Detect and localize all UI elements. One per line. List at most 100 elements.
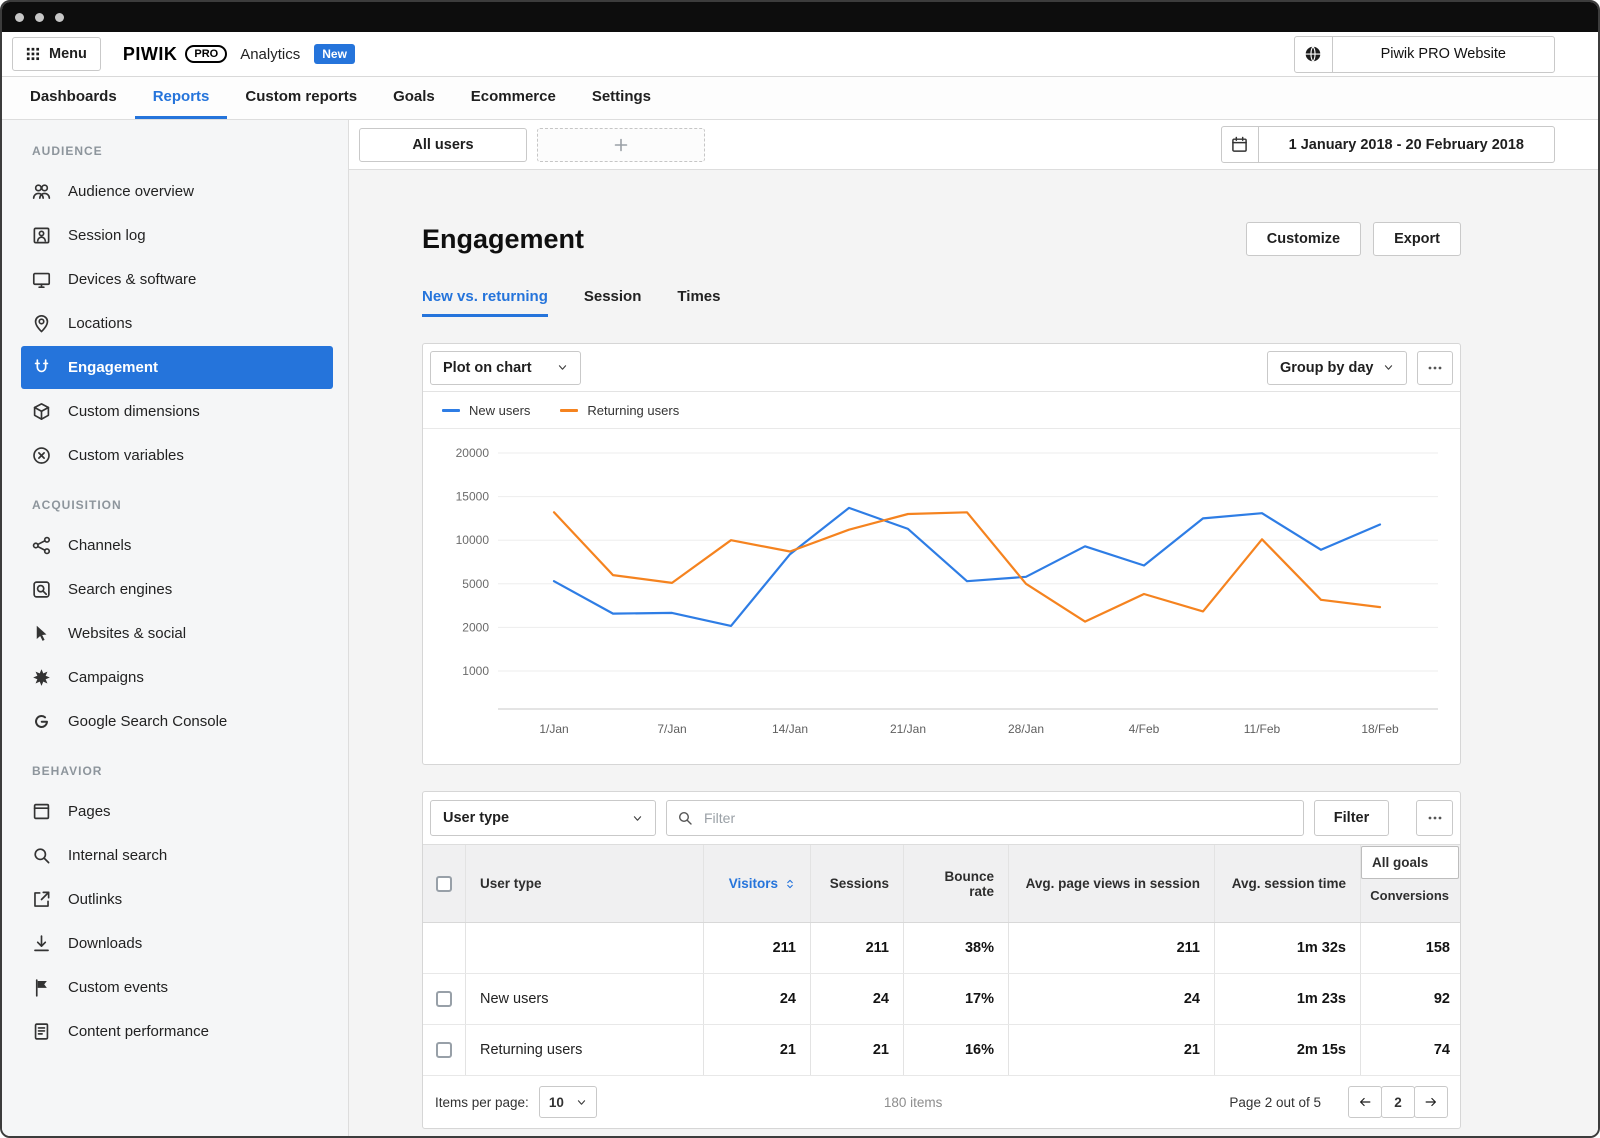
sidebar-item-pages[interactable]: Pages: [21, 790, 333, 833]
date-range-picker[interactable]: 1 January 2018 - 20 February 2018: [1220, 126, 1555, 163]
chart-more-button[interactable]: [1417, 350, 1453, 385]
plot-on-chart-dropdown[interactable]: Plot on chart: [430, 350, 581, 385]
report-tab-times[interactable]: Times: [677, 288, 720, 317]
globe-icon: [1304, 45, 1322, 63]
channels-icon: [32, 536, 51, 555]
window-dot[interactable]: [35, 12, 44, 22]
sidebar-item-search-engines[interactable]: Search engines: [21, 568, 333, 611]
sidebar-item-outlinks[interactable]: Outlinks: [21, 878, 333, 921]
sidebar-item-internal-search[interactable]: Internal search: [21, 834, 333, 877]
chart-panel: Plot on chart Group by day New users Ret…: [422, 343, 1461, 765]
svg-text:21/Jan: 21/Jan: [890, 722, 926, 736]
sidebar-item-label: Search engines: [68, 581, 173, 598]
window-dot[interactable]: [15, 12, 24, 22]
sidebar-item-devices-software[interactable]: Devices & software: [21, 258, 333, 301]
nav-tab-reports[interactable]: Reports: [134, 77, 228, 119]
add-segment-button[interactable]: [537, 127, 705, 162]
cell-bounce-rate: 38%: [904, 923, 1009, 973]
row-checkbox[interactable]: [436, 1042, 452, 1058]
table-filter-bar: User type Filter: [423, 792, 1460, 845]
sidebar-section-label: BEHAVIOR: [32, 764, 103, 778]
sidebar-item-session-log[interactable]: Session log: [21, 214, 333, 257]
dimension-select[interactable]: User type: [430, 800, 656, 836]
nav-tab-settings[interactable]: Settings: [574, 77, 669, 119]
sidebar-item-websites-social[interactable]: Websites & social: [21, 612, 333, 655]
sidebar-item-downloads[interactable]: Downloads: [21, 922, 333, 965]
column-header-sessions[interactable]: Sessions: [811, 845, 904, 922]
search-icon: [677, 810, 693, 826]
customize-button[interactable]: Customize: [1245, 222, 1362, 256]
sidebar-item-label: Session log: [68, 227, 146, 244]
cell-conversions: 158: [1425, 940, 1450, 956]
cell-visitors: 211: [704, 923, 811, 973]
sidebar-item-engagement[interactable]: Engagement: [21, 346, 333, 389]
nav-tab-goals[interactable]: Goals: [375, 77, 453, 119]
report-tabs: New vs. returning Session Times: [422, 288, 1461, 317]
sidebar-item-channels[interactable]: Channels: [21, 524, 333, 567]
table-more-button[interactable]: [1416, 800, 1453, 836]
prev-page-button[interactable]: [1348, 1086, 1382, 1118]
current-page-button[interactable]: 2: [1381, 1086, 1415, 1118]
report-tab-new-vs-returning[interactable]: New vs. returning: [422, 288, 548, 317]
row-checkbox[interactable]: [436, 991, 452, 1007]
svg-text:11/Feb: 11/Feb: [1244, 722, 1281, 736]
column-header-user-type[interactable]: User type: [466, 845, 704, 922]
sidebar-section-label: ACQUISITION: [32, 498, 122, 512]
legend-item-returning-users[interactable]: Returning users: [560, 403, 679, 418]
table-row: New users 24 24 17% 24 1m 23s 92: [423, 974, 1460, 1025]
next-page-button[interactable]: [1414, 1086, 1448, 1118]
nav-tab-custom-reports[interactable]: Custom reports: [227, 77, 375, 119]
report-tab-session[interactable]: Session: [584, 288, 642, 317]
group-by-dropdown[interactable]: Group by day: [1267, 350, 1407, 385]
filter-input[interactable]: [702, 809, 1293, 827]
table-footer: Items per page: 10 180 items Page 2 out …: [423, 1076, 1460, 1128]
main-area: All users 1 January 2018 - 20 February 2…: [349, 120, 1598, 1136]
site-picker[interactable]: Piwik PRO Website: [1293, 35, 1555, 73]
column-header-avg-session-time[interactable]: Avg. session time: [1215, 845, 1361, 922]
nav-tab-ecommerce[interactable]: Ecommerce: [453, 77, 574, 119]
sidebar-item-campaigns[interactable]: Campaigns: [21, 656, 333, 699]
plus-icon: [613, 137, 629, 153]
export-button[interactable]: Export: [1373, 222, 1461, 256]
sidebar-item-custom-variables[interactable]: Custom variables: [21, 434, 333, 477]
all-goals-tab[interactable]: All goals: [1361, 846, 1459, 879]
session-log-icon: [32, 226, 51, 245]
filter-button[interactable]: Filter: [1314, 800, 1389, 836]
all-users-segment-button[interactable]: All users: [359, 127, 527, 162]
sidebar-item-custom-dimensions[interactable]: Custom dimensions: [21, 390, 333, 433]
column-header-label: Sessions: [829, 876, 889, 891]
row-label: Returning users: [466, 1025, 704, 1075]
items-per-page-value: 10: [548, 1094, 564, 1110]
legend-swatch: [560, 408, 579, 412]
site-name: Piwik PRO Website: [1380, 46, 1506, 62]
svg-text:20000: 20000: [456, 446, 490, 460]
app-window: Menu PIWIK PRO Analytics New Piwik PRO W…: [0, 0, 1600, 1138]
row-label: New users: [466, 974, 704, 1024]
sidebar-item-audience-overview[interactable]: Audience overview: [21, 170, 333, 213]
legend-label: Returning users: [587, 402, 680, 418]
content-icon: [32, 1022, 51, 1041]
column-header-visitors[interactable]: Visitors: [704, 845, 811, 922]
sidebar-item-label: Custom dimensions: [68, 403, 200, 420]
svg-text:2000: 2000: [462, 620, 489, 634]
cell-conversions: 74: [1433, 1042, 1450, 1058]
menu-button[interactable]: Menu: [12, 37, 101, 71]
items-per-page-select[interactable]: 10: [538, 1086, 597, 1118]
nav-tab-dashboards[interactable]: Dashboards: [12, 77, 135, 119]
conversions-subheader[interactable]: Conversions: [1361, 879, 1459, 903]
cell-avg-session-time: 1m 23s: [1215, 974, 1361, 1024]
location-icon: [32, 314, 51, 333]
sidebar-item-content-performance[interactable]: Content performance: [21, 1010, 333, 1053]
window-controls[interactable]: [2, 12, 64, 22]
column-header-avg-page-views-in-session[interactable]: Avg. page views in session: [1009, 845, 1215, 922]
column-header-bounce-rate[interactable]: Bounce rate: [904, 845, 1009, 922]
window-dot[interactable]: [55, 12, 64, 22]
sidebar-item-custom-events[interactable]: Custom events: [21, 966, 333, 1009]
select-all-checkbox[interactable]: [436, 875, 452, 892]
dimension-select-value: User type: [443, 810, 510, 826]
cell-avg-page-views: 21: [1009, 1025, 1215, 1075]
sidebar-item-label: Channels: [68, 537, 132, 554]
sidebar-item-google-search-console[interactable]: Google Search Console: [21, 700, 333, 743]
legend-item-new-users[interactable]: New users: [442, 403, 530, 418]
sidebar-item-locations[interactable]: Locations: [21, 302, 333, 345]
